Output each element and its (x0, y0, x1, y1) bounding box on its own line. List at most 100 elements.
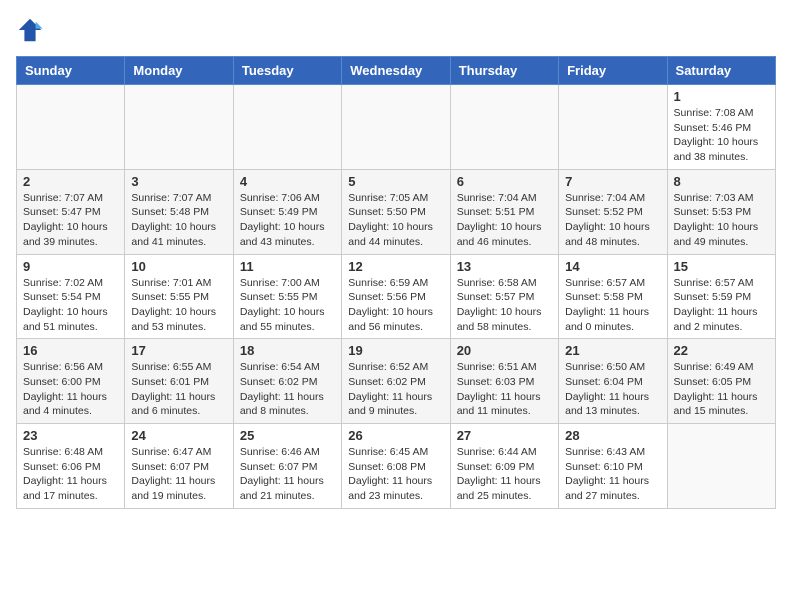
day-number: 2 (23, 174, 118, 189)
day-number: 20 (457, 343, 552, 358)
day-info: Sunrise: 7:06 AM Sunset: 5:49 PM Dayligh… (240, 191, 335, 250)
day-info: Sunrise: 6:56 AM Sunset: 6:00 PM Dayligh… (23, 360, 118, 419)
day-number: 23 (23, 428, 118, 443)
logo (16, 16, 48, 44)
day-number: 1 (674, 89, 769, 104)
day-info: Sunrise: 6:49 AM Sunset: 6:05 PM Dayligh… (674, 360, 769, 419)
day-info: Sunrise: 7:04 AM Sunset: 5:52 PM Dayligh… (565, 191, 660, 250)
calendar-cell: 20Sunrise: 6:51 AM Sunset: 6:03 PM Dayli… (450, 339, 558, 424)
day-info: Sunrise: 6:47 AM Sunset: 6:07 PM Dayligh… (131, 445, 226, 504)
calendar-cell: 24 Sunrise: 6:47 AM Sunset: 6:07 PM Dayli… (125, 424, 233, 509)
day-number: 27 (457, 428, 552, 443)
day-info: Sunrise: 7:04 AM Sunset: 5:51 PM Dayligh… (457, 191, 552, 250)
day-info: Sunrise: 6:44 AM Sunset: 6:09 PM Dayligh… (457, 445, 552, 504)
calendar-cell (559, 85, 667, 170)
day-number: 4 (240, 174, 335, 189)
day-number: 10 (131, 259, 226, 274)
day-info: Sunrise: 7:02 AM Sunset: 5:54 PM Dayligh… (23, 276, 118, 335)
calendar-cell: 5 Sunrise: 7:05 AM Sunset: 5:50 PM Daylig… (342, 169, 450, 254)
calendar-cell: 3 Sunrise: 7:07 AM Sunset: 5:48 PM Daylig… (125, 169, 233, 254)
calendar-cell (667, 424, 775, 509)
day-info: Sunrise: 6:58 AM Sunset: 5:57 PM Dayligh… (457, 276, 552, 335)
calendar-cell: 15 Sunrise: 6:57 AM Sunset: 5:59 PM Dayli… (667, 254, 775, 339)
day-number: 17 (131, 343, 226, 358)
day-number: 25 (240, 428, 335, 443)
calendar-header-monday: Monday (125, 57, 233, 85)
calendar-cell (17, 85, 125, 170)
calendar-cell: 16 Sunrise: 6:56 AM Sunset: 6:00 PM Dayli… (17, 339, 125, 424)
day-info: Sunrise: 6:43 AM Sunset: 6:10 PM Dayligh… (565, 445, 660, 504)
day-number: 8 (674, 174, 769, 189)
calendar-cell: 1 Sunrise: 7:08 AM Sunset: 5:46 PM Daylig… (667, 85, 775, 170)
calendar-cell: 18Sunrise: 6:54 AM Sunset: 6:02 PM Dayli… (233, 339, 341, 424)
calendar-cell: 23 Sunrise: 6:48 AM Sunset: 6:06 PM Dayli… (17, 424, 125, 509)
calendar-week-row: 1 Sunrise: 7:08 AM Sunset: 5:46 PM Daylig… (17, 85, 776, 170)
calendar-cell: 9 Sunrise: 7:02 AM Sunset: 5:54 PM Daylig… (17, 254, 125, 339)
day-number: 28 (565, 428, 660, 443)
calendar-cell: 7 Sunrise: 7:04 AM Sunset: 5:52 PM Daylig… (559, 169, 667, 254)
day-info: Sunrise: 7:05 AM Sunset: 5:50 PM Dayligh… (348, 191, 443, 250)
calendar-cell: 12 Sunrise: 6:59 AM Sunset: 5:56 PM Dayli… (342, 254, 450, 339)
calendar-cell: 19Sunrise: 6:52 AM Sunset: 6:02 PM Dayli… (342, 339, 450, 424)
calendar-cell: 27 Sunrise: 6:44 AM Sunset: 6:09 PM Dayli… (450, 424, 558, 509)
calendar-cell: 22 Sunrise: 6:49 AM Sunset: 6:05 PM Dayli… (667, 339, 775, 424)
calendar-cell (450, 85, 558, 170)
day-number: 15 (674, 259, 769, 274)
day-number: 5 (348, 174, 443, 189)
calendar-cell (125, 85, 233, 170)
day-number: 22 (674, 343, 769, 358)
day-info: Sunrise: 6:50 AM Sunset: 6:04 PM Dayligh… (565, 360, 660, 419)
calendar-week-row: 16 Sunrise: 6:56 AM Sunset: 6:00 PM Dayli… (17, 339, 776, 424)
calendar-header-friday: Friday (559, 57, 667, 85)
day-number: 18 (240, 343, 335, 358)
day-number: 24 (131, 428, 226, 443)
calendar-cell: 8 Sunrise: 7:03 AM Sunset: 5:53 PM Daylig… (667, 169, 775, 254)
calendar-cell: 10 Sunrise: 7:01 AM Sunset: 5:55 PM Dayli… (125, 254, 233, 339)
calendar-cell (342, 85, 450, 170)
day-number: 12 (348, 259, 443, 274)
calendar-cell: 6 Sunrise: 7:04 AM Sunset: 5:51 PM Daylig… (450, 169, 558, 254)
day-info: Sunrise: 6:57 AM Sunset: 5:59 PM Dayligh… (674, 276, 769, 335)
calendar-cell: 2 Sunrise: 7:07 AM Sunset: 5:47 PM Daylig… (17, 169, 125, 254)
calendar-cell: 17 Sunrise: 6:55 AM Sunset: 6:01 PM Dayli… (125, 339, 233, 424)
calendar-cell: 25 Sunrise: 6:46 AM Sunset: 6:07 PM Dayli… (233, 424, 341, 509)
day-number: 6 (457, 174, 552, 189)
day-info: Sunrise: 7:03 AM Sunset: 5:53 PM Dayligh… (674, 191, 769, 250)
calendar-week-row: 2 Sunrise: 7:07 AM Sunset: 5:47 PM Daylig… (17, 169, 776, 254)
day-number: 9 (23, 259, 118, 274)
calendar-cell: 26 Sunrise: 6:45 AM Sunset: 6:08 PM Dayli… (342, 424, 450, 509)
day-number: 7 (565, 174, 660, 189)
page-header (16, 16, 776, 44)
day-info: Sunrise: 7:07 AM Sunset: 5:47 PM Dayligh… (23, 191, 118, 250)
day-info: Sunrise: 6:59 AM Sunset: 5:56 PM Dayligh… (348, 276, 443, 335)
calendar-week-row: 9 Sunrise: 7:02 AM Sunset: 5:54 PM Daylig… (17, 254, 776, 339)
day-info: Sunrise: 7:08 AM Sunset: 5:46 PM Dayligh… (674, 106, 769, 165)
calendar-cell: 14Sunrise: 6:57 AM Sunset: 5:58 PM Dayli… (559, 254, 667, 339)
calendar-header-saturday: Saturday (667, 57, 775, 85)
calendar-table: SundayMondayTuesdayWednesdayThursdayFrid… (16, 56, 776, 509)
day-number: 16 (23, 343, 118, 358)
calendar-cell (233, 85, 341, 170)
calendar-week-row: 23 Sunrise: 6:48 AM Sunset: 6:06 PM Dayli… (17, 424, 776, 509)
calendar-header-wednesday: Wednesday (342, 57, 450, 85)
calendar-cell: 21 Sunrise: 6:50 AM Sunset: 6:04 PM Dayli… (559, 339, 667, 424)
day-number: 3 (131, 174, 226, 189)
calendar-header-tuesday: Tuesday (233, 57, 341, 85)
day-number: 21 (565, 343, 660, 358)
calendar-header-row: SundayMondayTuesdayWednesdayThursdayFrid… (17, 57, 776, 85)
day-info: Sunrise: 7:01 AM Sunset: 5:55 PM Dayligh… (131, 276, 226, 335)
day-number: 13 (457, 259, 552, 274)
calendar-cell: 28 Sunrise: 6:43 AM Sunset: 6:10 PM Dayli… (559, 424, 667, 509)
calendar-cell: 13 Sunrise: 6:58 AM Sunset: 5:57 PM Dayli… (450, 254, 558, 339)
day-info: Sunrise: 6:57 AM Sunset: 5:58 PM Dayligh… (565, 276, 660, 335)
day-info: Sunrise: 6:45 AM Sunset: 6:08 PM Dayligh… (348, 445, 443, 504)
day-info: Sunrise: 6:52 AM Sunset: 6:02 PM Dayligh… (348, 360, 443, 419)
day-info: Sunrise: 7:07 AM Sunset: 5:48 PM Dayligh… (131, 191, 226, 250)
day-info: Sunrise: 6:46 AM Sunset: 6:07 PM Dayligh… (240, 445, 335, 504)
day-number: 26 (348, 428, 443, 443)
day-info: Sunrise: 6:48 AM Sunset: 6:06 PM Dayligh… (23, 445, 118, 504)
logo-icon (16, 16, 44, 44)
day-info: Sunrise: 6:55 AM Sunset: 6:01 PM Dayligh… (131, 360, 226, 419)
calendar-cell: 4 Sunrise: 7:06 AM Sunset: 5:49 PM Daylig… (233, 169, 341, 254)
calendar-header-sunday: Sunday (17, 57, 125, 85)
